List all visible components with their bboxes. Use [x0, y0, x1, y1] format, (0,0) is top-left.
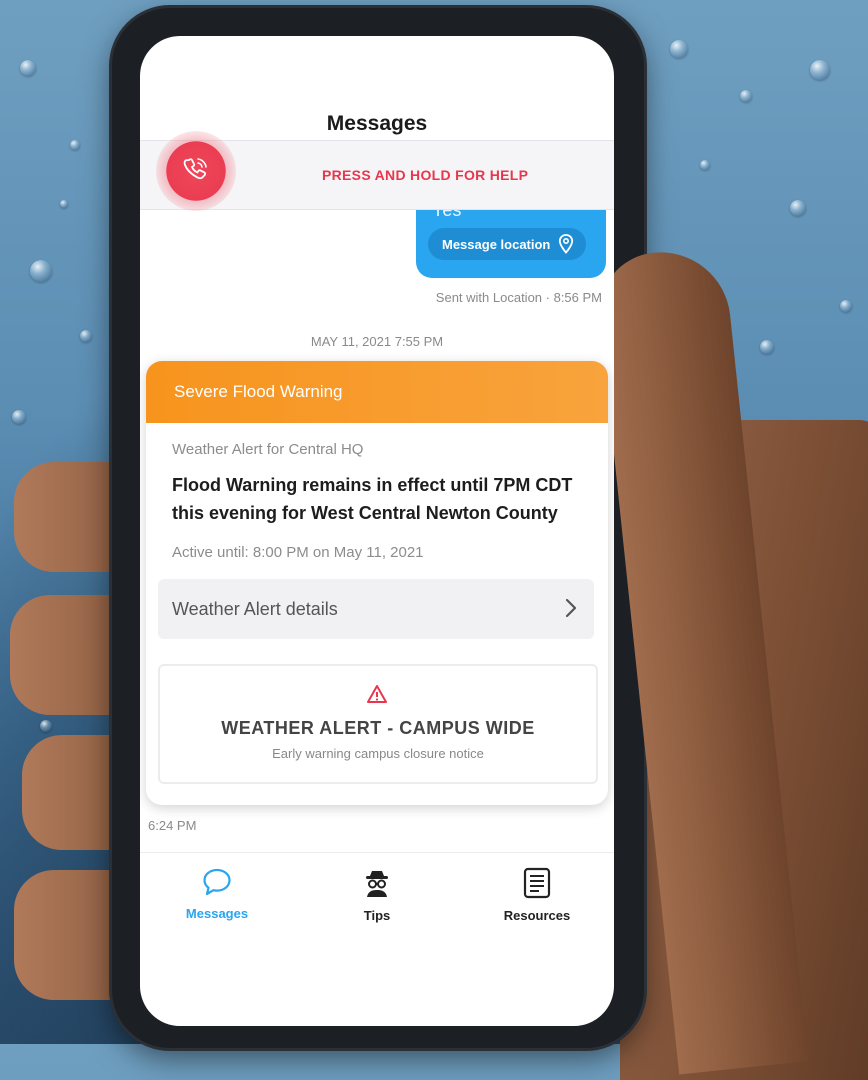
help-bar: PRESS AND HOLD FOR HELP [140, 131, 614, 211]
raindrop [810, 60, 830, 80]
nav-tips-label: Tips [363, 908, 391, 923]
notice-subtitle: Early warning campus closure notice [272, 746, 484, 761]
help-call-button[interactable] [156, 131, 236, 211]
nav-resources-label: Resources [503, 908, 571, 923]
raindrop [840, 300, 852, 312]
document-list-icon [522, 867, 552, 903]
raindrop [790, 200, 806, 216]
alert-subtitle: Weather Alert for Central HQ [172, 441, 364, 458]
alert-card-header: Severe Flood Warning [146, 361, 608, 423]
alert-card: Severe Flood Warning Weather Alert for C… [146, 361, 608, 805]
nav-messages-label: Messages [185, 906, 249, 921]
raindrop [670, 40, 688, 58]
raindrop [740, 90, 752, 102]
message-time: 6:24 PM [148, 818, 197, 833]
nav-tips[interactable]: Tips [322, 867, 432, 923]
chevron-right-icon [564, 597, 578, 624]
phone-screen: Messages Yes Message location PRESS AND … [140, 36, 614, 1026]
nav-messages[interactable]: Messages [162, 867, 272, 921]
help-label: PRESS AND HOLD FOR HELP [322, 167, 529, 183]
message-location-label: Message location [442, 236, 551, 252]
alert-body: Flood Warning remains in effect until 7P… [172, 475, 573, 523]
raindrop [30, 260, 52, 282]
chat-bubble-icon [201, 868, 233, 901]
weather-alert-details-button[interactable]: Weather Alert details [158, 579, 594, 639]
raindrop [60, 200, 68, 208]
raindrop [70, 140, 80, 150]
raindrop [700, 160, 710, 170]
raindrop [40, 720, 52, 732]
campus-alert-notice[interactable]: WEATHER ALERT - CAMPUS WIDE Early warnin… [158, 664, 598, 784]
raindrop [80, 330, 92, 342]
warning-triangle-icon [366, 684, 388, 709]
phone-call-icon [181, 154, 211, 189]
alert-active-until: Active until: 8:00 PM on May 11, 2021 [172, 544, 424, 561]
notice-title: WEATHER ALERT - CAMPUS WIDE [221, 718, 535, 738]
sent-message-bubble: Yes Message location [416, 200, 606, 278]
raindrop [760, 340, 774, 354]
raindrop [20, 60, 36, 76]
date-divider: MAY 11, 2021 7:55 PM [310, 334, 444, 349]
raindrop [12, 410, 26, 424]
message-location-button[interactable]: Message location [428, 228, 586, 260]
page-title: Messages [326, 112, 428, 135]
spy-icon [361, 871, 393, 903]
nav-resources[interactable]: Resources [482, 867, 592, 923]
bottom-nav: Messages Tips Resources [140, 852, 614, 943]
location-pin-icon [558, 234, 574, 257]
sent-status: Sent with Location · 8:56 PM [435, 290, 602, 305]
details-label: Weather Alert details [172, 598, 338, 619]
